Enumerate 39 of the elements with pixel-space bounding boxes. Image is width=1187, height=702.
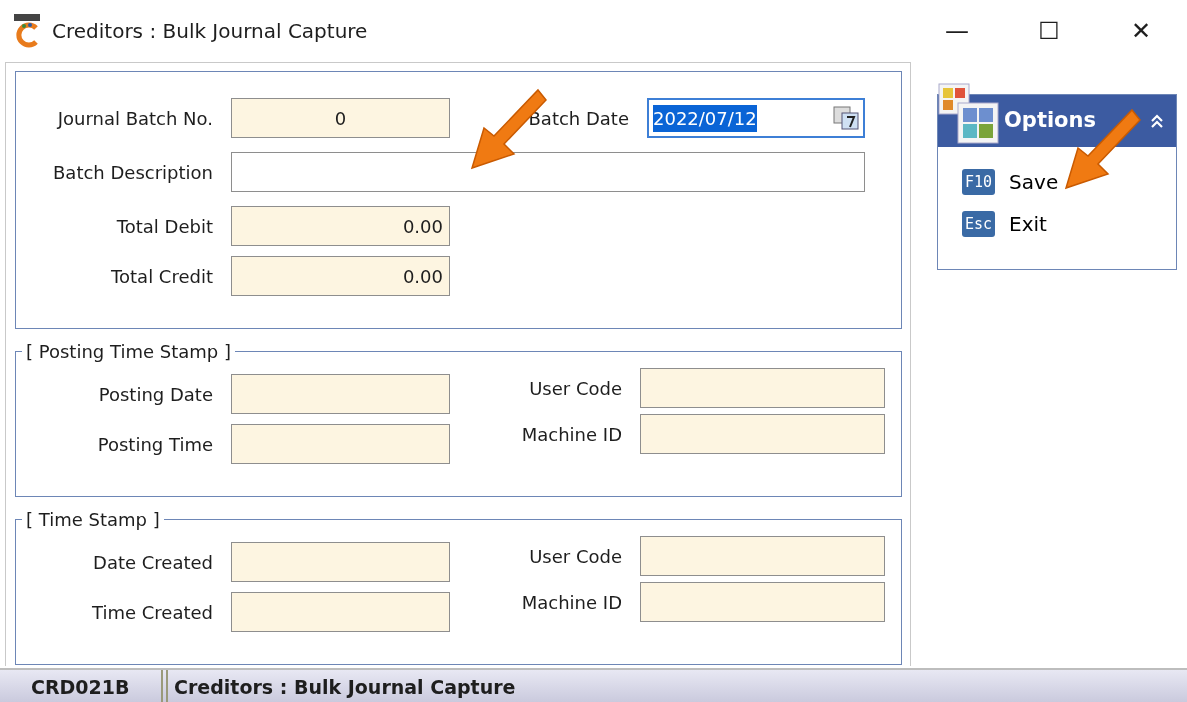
shortcut-key: Esc (962, 210, 996, 238)
input-field[interactable] (640, 536, 885, 576)
close-button[interactable]: ✕ (1095, 13, 1187, 49)
field-label: Total Debit (115, 214, 214, 239)
date-field[interactable]: 2022/07/12 (647, 98, 865, 138)
input-field[interactable] (231, 542, 450, 582)
field-label: User Code (528, 376, 623, 401)
input-field[interactable] (231, 152, 865, 192)
status-code: CRD021B (5, 670, 163, 702)
field-label: Time Created (91, 600, 214, 625)
input-field[interactable]: 0.00 (231, 206, 450, 246)
field-label: Total Credit (110, 264, 214, 289)
calendar-icon[interactable] (833, 106, 859, 130)
save-button[interactable]: F10 Save (962, 167, 1059, 197)
input-field[interactable] (231, 374, 450, 414)
input-field[interactable] (640, 368, 885, 408)
field-label: Posting Date (97, 382, 214, 407)
input-field[interactable] (231, 424, 450, 464)
input-field[interactable] (231, 592, 450, 632)
field-label: Machine ID (520, 590, 623, 615)
field-label: Posting Time (96, 432, 214, 457)
minimize-button[interactable]: — (911, 13, 1003, 49)
app-logo-icon (12, 14, 42, 48)
input-field[interactable] (640, 582, 885, 622)
field-label: Date Created (92, 550, 214, 575)
grid-icon (938, 83, 1000, 145)
field-label: Batch Description (52, 160, 214, 185)
field-label: User Code (528, 544, 623, 569)
options-title: Options (1004, 107, 1096, 135)
window-title: Creditors : Bulk Journal Capture (52, 18, 368, 45)
exit-button[interactable]: Esc Exit (962, 209, 1047, 239)
shortcut-key: F10 (962, 168, 996, 196)
input-field[interactable] (640, 414, 885, 454)
input-field[interactable]: 0 (231, 98, 450, 138)
status-title: Creditors : Bulk Journal Capture (166, 670, 516, 702)
field-label: Machine ID (520, 422, 623, 447)
input-field[interactable]: 0.00 (231, 256, 450, 296)
field-label: Journal Batch No. (55, 106, 214, 131)
maximize-button[interactable]: ☐ (1003, 13, 1095, 49)
